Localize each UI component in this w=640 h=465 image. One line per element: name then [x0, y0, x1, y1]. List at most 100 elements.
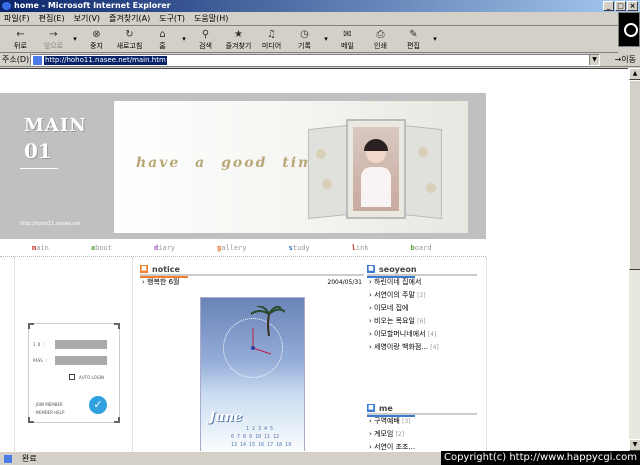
media-label: 미디어	[261, 42, 282, 50]
refresh-icon: ↻	[125, 29, 134, 40]
comment-count: [2]	[417, 292, 426, 299]
dropdown-arrow-icon[interactable]: ▾	[430, 27, 440, 43]
list-item-text[interactable]: › 서연이의 주말	[369, 291, 415, 299]
list-item[interactable]: › 세영이랑 백화점... [4]	[367, 341, 477, 354]
pass-label: PASS :	[33, 358, 48, 363]
nav-about[interactable]: about	[91, 239, 112, 256]
list-item-text[interactable]: › 이모네 집에	[369, 304, 408, 312]
site-header: MAIN 01 http://hoho11.nasee.net have a g…	[0, 93, 486, 239]
edit-button[interactable]: ✎ 편집	[397, 27, 430, 51]
menu-tools[interactable]: 도구(T)	[159, 13, 185, 24]
list-item[interactable]: › 이모할머니네에서 [4]	[367, 328, 477, 341]
scrollbar-thumb[interactable]	[629, 80, 640, 270]
divider	[20, 168, 58, 169]
calendar-month: June	[209, 410, 243, 425]
list-item[interactable]: › 서연이의 주말 [2]	[367, 289, 477, 302]
member-help-link[interactable]: · MEMBER HELP	[33, 410, 64, 415]
address-url[interactable]: http://hoho11.nasee.net/main.htm	[44, 56, 167, 65]
list-item-text[interactable]: › 서연이 조조...	[369, 443, 415, 451]
list-item-text[interactable]: › 구역예배	[369, 417, 400, 425]
print-button[interactable]: ⎙ 인쇄	[364, 27, 397, 51]
banner-tagline: have a good time	[136, 155, 326, 171]
list-item[interactable]: › 이모네 집에	[367, 302, 477, 315]
chevron-down-icon[interactable]: ▼	[589, 55, 599, 65]
comment-count: [6]	[417, 318, 426, 325]
nav-board[interactable]: board	[411, 239, 432, 256]
menu-favorites[interactable]: 즐겨찾기(A)	[109, 13, 150, 24]
menu-file[interactable]: 파일(F)	[4, 13, 30, 24]
window-controls: _ □ ×	[603, 1, 638, 11]
edit-label: 편집	[407, 42, 420, 50]
history-icon: ◷	[300, 29, 309, 40]
home-button[interactable]: ⌂ 홈	[146, 27, 179, 51]
menu-help[interactable]: 도움말(H)	[194, 13, 228, 24]
child-photo	[353, 127, 399, 211]
minimize-button[interactable]: _	[603, 1, 614, 11]
close-button[interactable]: ×	[627, 1, 638, 11]
dropdown-arrow-icon[interactable]: ▾	[179, 27, 189, 43]
join-member-link[interactable]: · JOIN MEMBER	[33, 402, 63, 407]
address-input[interactable]: http://hoho11.nasee.net/main.htm ▼	[30, 54, 600, 66]
list-item-text[interactable]: › 비오는 목요일	[369, 317, 415, 325]
title-bar: home - Microsoft Internet Explorer _ □ ×	[0, 0, 640, 12]
dropdown-arrow-icon[interactable]: ▾	[321, 27, 331, 43]
scroll-up-icon[interactable]: ▲	[629, 68, 640, 80]
vertical-scrollbar[interactable]: ▲ ▼	[628, 68, 640, 451]
password-input[interactable]	[55, 356, 107, 365]
auto-login-checkbox[interactable]	[69, 374, 75, 380]
home-label: 홈	[159, 42, 166, 50]
list-item-text[interactable]: › 세영이랑 백화점...	[369, 343, 428, 351]
refresh-button[interactable]: ↻ 새로고침	[113, 27, 146, 51]
stop-button[interactable]: ⊗ 중지	[80, 27, 113, 51]
page-viewport: MAIN 01 http://hoho11.nasee.net have a g…	[0, 68, 628, 451]
list-item-text[interactable]: › 하린이네 집에서	[369, 278, 421, 286]
notice-section: ■ notice › 행복한 6월 2004/05/31	[140, 264, 364, 289]
nav-diary[interactable]: diary	[154, 239, 175, 256]
nav-study[interactable]: study	[289, 239, 310, 256]
nav-link[interactable]: link	[352, 239, 369, 256]
history-label: 기록	[298, 42, 311, 50]
mail-button[interactable]: ✉ 메일	[331, 27, 364, 51]
nav-main[interactable]: main	[32, 239, 49, 256]
list-item-text[interactable]: › 이모할머니네에서	[369, 330, 426, 338]
seoyeon-title: seoyeon	[379, 264, 417, 274]
maximize-button[interactable]: □	[615, 1, 626, 11]
favorites-label: 즐겨찾기	[225, 42, 252, 50]
back-button[interactable]: ← 뒤로	[4, 27, 37, 51]
address-bar: 주소(D) http://hoho11.nasee.net/main.htm ▼…	[0, 53, 640, 67]
go-button[interactable]: →이동	[615, 54, 636, 65]
address-label: 주소(D)	[2, 55, 30, 64]
me-icon: ■	[367, 404, 375, 412]
mail-icon: ✉	[343, 29, 352, 40]
favorites-button[interactable]: ★ 즐겨찾기	[222, 27, 255, 51]
id-input[interactable]	[55, 340, 107, 349]
notice-item-date: 2004/05/31	[327, 279, 362, 286]
banner-image: have a good time	[114, 101, 468, 233]
search-button[interactable]: ⚲ 검색	[189, 27, 222, 51]
dropdown-arrow-icon[interactable]: ▾	[70, 27, 80, 43]
notice-item-text[interactable]: › 행복한 6월	[142, 278, 179, 286]
forward-button[interactable]: → 앞으로	[37, 27, 70, 51]
list-item-text[interactable]: › 계모임	[369, 430, 393, 438]
header-number: 01	[24, 139, 52, 163]
menu-bar: 파일(F) 편집(E) 보기(V) 즐겨찾기(A) 도구(T) 도움말(H)	[0, 12, 640, 26]
list-item[interactable]: › 행복한 6월 2004/05/31	[140, 276, 364, 289]
notice-title: notice	[152, 264, 180, 274]
scroll-down-icon[interactable]: ▼	[629, 439, 640, 451]
list-item[interactable]: › 비오는 목요일 [6]	[367, 315, 477, 328]
menu-view[interactable]: 보기(V)	[74, 13, 100, 24]
page-icon	[33, 56, 42, 65]
toolbar: ← 뒤로 → 앞으로 ▾ ⊗ 중지 ↻ 새로고침 ⌂ 홈 ▾ ⚲ 검색 ★ 즐겨찾기 ♫ 미디어 ◷ 기록 ▾ ✉ 메일 ⎙ 인…	[0, 27, 618, 53]
print-icon: ⎙	[376, 29, 385, 40]
login-button[interactable]: ✓	[89, 396, 107, 414]
media-button[interactable]: ♫ 미디어	[255, 27, 288, 51]
auto-login-label: AUTO LOGIN	[79, 375, 105, 380]
home-icon: ⌂	[159, 29, 166, 40]
history-button[interactable]: ◷ 기록	[288, 27, 321, 51]
clock-hands	[251, 328, 272, 355]
list-item[interactable]: › 계모임 [2]	[367, 428, 477, 441]
copyright-text: Copyright(c) http://www.happycgi.com	[440, 451, 640, 465]
menu-edit[interactable]: 편집(E)	[39, 13, 65, 24]
nav-gallery[interactable]: gallery	[217, 239, 247, 256]
list-item[interactable]: › 서연이 조조...	[367, 441, 477, 451]
